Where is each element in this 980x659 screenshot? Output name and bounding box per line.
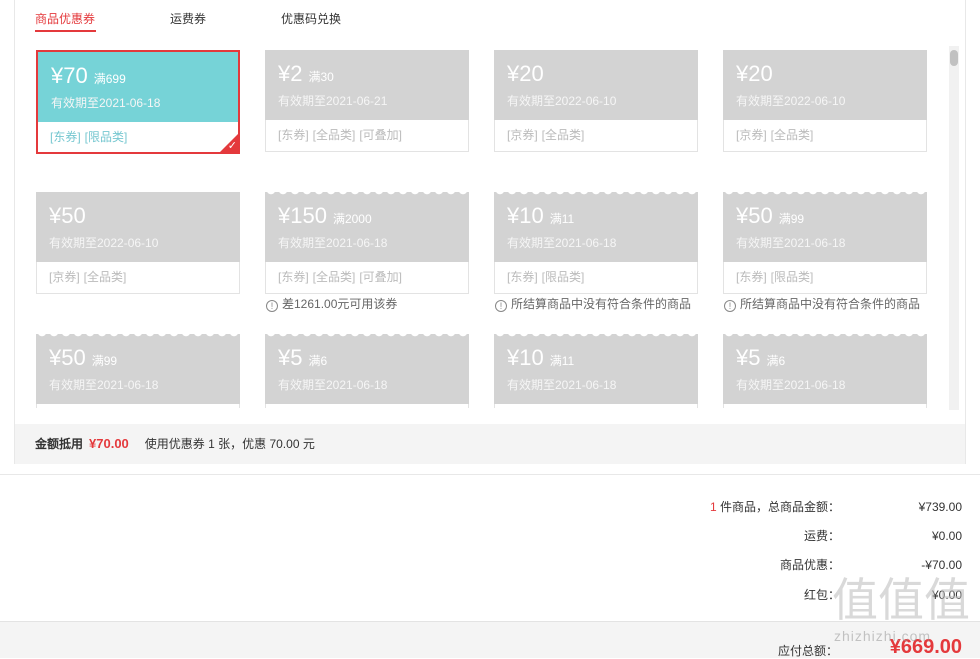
coupon-card[interactable]: ¥2 满30 有效期至2021-06-21 [东券] [全品类] [可叠加] bbox=[265, 50, 469, 152]
items-total-label: 件商品，总商品金额： bbox=[719, 500, 840, 514]
coupon-amount: ¥5 bbox=[278, 345, 303, 370]
coupon-tag: [限品类] bbox=[541, 270, 585, 284]
coupon-amount: ¥5 bbox=[736, 345, 761, 370]
coupon-expiry: 有效期至2021-06-18 bbox=[278, 236, 388, 250]
coupon-tag: [全品类] bbox=[541, 128, 585, 142]
coupon-amount: ¥50 bbox=[49, 345, 86, 370]
coupon-tag: [东券] bbox=[507, 270, 538, 284]
coupon-tag: [京券] bbox=[507, 128, 538, 142]
deduction-label: 金额抵用 bbox=[35, 437, 84, 451]
coupon-amount: ¥2 bbox=[278, 61, 303, 86]
coupon-tag: [可叠加] bbox=[359, 270, 403, 284]
coupon-expiry: 有效期至2022-06-10 bbox=[49, 236, 159, 250]
shipping-value: ¥0.00 bbox=[931, 529, 962, 543]
coupon-tag: [东券] bbox=[736, 270, 767, 284]
coupon-unavailable-note: ! 差1261.00元可用该券 bbox=[266, 297, 397, 312]
coupon-condition: 满6 bbox=[308, 354, 328, 368]
coupon-card[interactable]: ¥10 满11 有效期至2021-06-18 [东券] [限品类] bbox=[494, 192, 698, 294]
coupon-tag: [全品类] bbox=[83, 270, 127, 284]
coupon-tag: [可叠加] bbox=[359, 128, 403, 142]
coupon-tag: [限品类] bbox=[84, 130, 128, 144]
coupon-expiry: 有效期至2021-06-18 bbox=[507, 378, 617, 392]
coupon-card[interactable]: ¥5 满6 有效期至2021-06-18 bbox=[265, 334, 469, 408]
coupon-condition: 满11 bbox=[549, 212, 575, 226]
coupon-condition: 满6 bbox=[766, 354, 786, 368]
coupon-condition: 满99 bbox=[91, 354, 118, 368]
deduction-amount: ¥70.00 bbox=[89, 436, 129, 451]
coupon-card[interactable]: ¥50 满99 有效期至2021-06-18 bbox=[36, 334, 240, 408]
coupon-amount: ¥10 bbox=[507, 203, 544, 228]
shipping-label: 运费： bbox=[803, 529, 840, 543]
item-count: 1 bbox=[709, 500, 717, 514]
coupon-unavailable-note: ! 所结算商品中没有符合条件的商品 bbox=[724, 297, 920, 312]
coupon-amount: ¥20 bbox=[736, 61, 773, 86]
coupon-amount: ¥50 bbox=[736, 203, 773, 228]
coupon-amount: ¥150 bbox=[278, 203, 327, 228]
coupon-amount: ¥20 bbox=[507, 61, 544, 86]
coupon-expiry: 有效期至2021-06-18 bbox=[736, 378, 846, 392]
coupon-scrollbar[interactable] bbox=[949, 46, 959, 410]
tab-shipping-coupons[interactable]: 运费券 bbox=[170, 11, 206, 27]
coupon-card[interactable]: ¥20 有效期至2022-06-10 [京券] [全品类] bbox=[494, 50, 698, 152]
watermark-glyph: 值 bbox=[878, 573, 924, 627]
coupon-expiry: 有效期至2022-06-10 bbox=[736, 94, 846, 108]
coupon-unavailable-note: ! 所结算商品中没有符合条件的商品 bbox=[495, 297, 691, 312]
coupon-tag: [东券] bbox=[278, 128, 309, 142]
coupon-amount: ¥10 bbox=[507, 345, 544, 370]
summary-items-row: 1 件商品，总商品金额： ¥739.00 bbox=[600, 499, 962, 515]
info-icon: ! bbox=[495, 300, 507, 312]
coupon-expiry: 有效期至2021-06-18 bbox=[49, 378, 159, 392]
coupon-tag: [限品类] bbox=[770, 270, 814, 284]
coupon-card[interactable]: ¥150 满2000 有效期至2021-06-18 [东券] [全品类] [可叠加] bbox=[265, 192, 469, 294]
watermark-glyph: 值 bbox=[832, 573, 878, 627]
coupon-card[interactable]: ¥10 满11 有效期至2021-06-18 bbox=[494, 334, 698, 408]
coupon-expiry: 有效期至2021-06-21 bbox=[278, 94, 388, 108]
coupon-tag: [东券] bbox=[50, 130, 81, 144]
active-tab-underline bbox=[35, 30, 96, 32]
coupon-usage-text: 使用优惠券 1 张，优惠 70.00 元 bbox=[144, 437, 315, 451]
coupon-expiry: 有效期至2021-06-18 bbox=[278, 378, 388, 392]
discount-label: 商品优惠： bbox=[779, 558, 840, 572]
discount-value: -¥70.00 bbox=[921, 558, 962, 572]
watermark-glyph: 值 bbox=[924, 573, 970, 627]
coupon-condition: 满30 bbox=[308, 70, 334, 84]
coupon-tag: [京券] bbox=[736, 128, 767, 142]
coupon-tag: [东券] bbox=[278, 270, 309, 284]
coupon-card[interactable]: ¥5 满6 有效期至2021-06-18 bbox=[723, 334, 927, 408]
coupon-condition: 满699 bbox=[93, 72, 126, 86]
coupon-expiry: 有效期至2021-06-18 bbox=[507, 236, 617, 250]
scrollbar-thumb[interactable] bbox=[950, 50, 958, 66]
coupon-condition: 满99 bbox=[778, 212, 805, 226]
section-divider bbox=[0, 474, 980, 475]
watermark-logo: 值 值 值 zhizhizhi.com bbox=[828, 574, 978, 658]
coupon-tag: [全品类] bbox=[312, 270, 356, 284]
coupon-expiry: 有效期至2022-06-10 bbox=[507, 94, 617, 108]
coupon-card[interactable]: ¥70 满699 有效期至2021-06-18 [东券] [限品类] ✓ bbox=[36, 50, 240, 154]
summary-shipping-row: 运费： ¥0.00 bbox=[600, 528, 962, 544]
info-icon: ! bbox=[724, 300, 736, 312]
watermark-text: zhizhizhi.com bbox=[834, 628, 932, 644]
coupon-tag: [全品类] bbox=[312, 128, 356, 142]
tab-promo-code[interactable]: 优惠码兑换 bbox=[281, 11, 341, 27]
summary-discount-row: 商品优惠： -¥70.00 bbox=[600, 557, 962, 573]
tab-product-coupons[interactable]: 商品优惠券 bbox=[35, 11, 95, 27]
coupon-amount: ¥50 bbox=[49, 203, 86, 228]
coupon-panel: 商品优惠券 运费券 优惠码兑换 ¥70 满699 有效期至2021-06-18 [… bbox=[14, 0, 966, 464]
coupon-summary-bar: 金额抵用 ¥70.00 使用优惠券 1 张，优惠 70.00 元 bbox=[15, 424, 965, 464]
coupon-expiry: 有效期至2021-06-18 bbox=[51, 96, 161, 110]
coupon-amount: ¥70 bbox=[51, 63, 88, 88]
coupon-tag: [全品类] bbox=[770, 128, 814, 142]
coupon-expiry: 有效期至2021-06-18 bbox=[736, 236, 846, 250]
items-total-value: ¥739.00 bbox=[918, 500, 962, 514]
coupon-card[interactable]: ¥20 有效期至2022-06-10 [京券] [全品类] bbox=[723, 50, 927, 152]
info-icon: ! bbox=[266, 300, 278, 312]
checkmark-icon: ✓ bbox=[227, 140, 237, 152]
coupon-card[interactable]: ¥50 满99 有效期至2021-06-18 [东券] [限品类] bbox=[723, 192, 927, 294]
coupon-list: ¥70 满699 有效期至2021-06-18 [东券] [限品类] ✓ ¥2 满30… bbox=[15, 36, 951, 408]
coupon-condition: 满11 bbox=[549, 354, 575, 368]
coupon-condition: 满2000 bbox=[332, 212, 372, 226]
coupon-card[interactable]: ¥50 有效期至2022-06-10 [京券] [全品类] bbox=[36, 192, 240, 294]
coupon-tag: [京券] bbox=[49, 270, 80, 284]
